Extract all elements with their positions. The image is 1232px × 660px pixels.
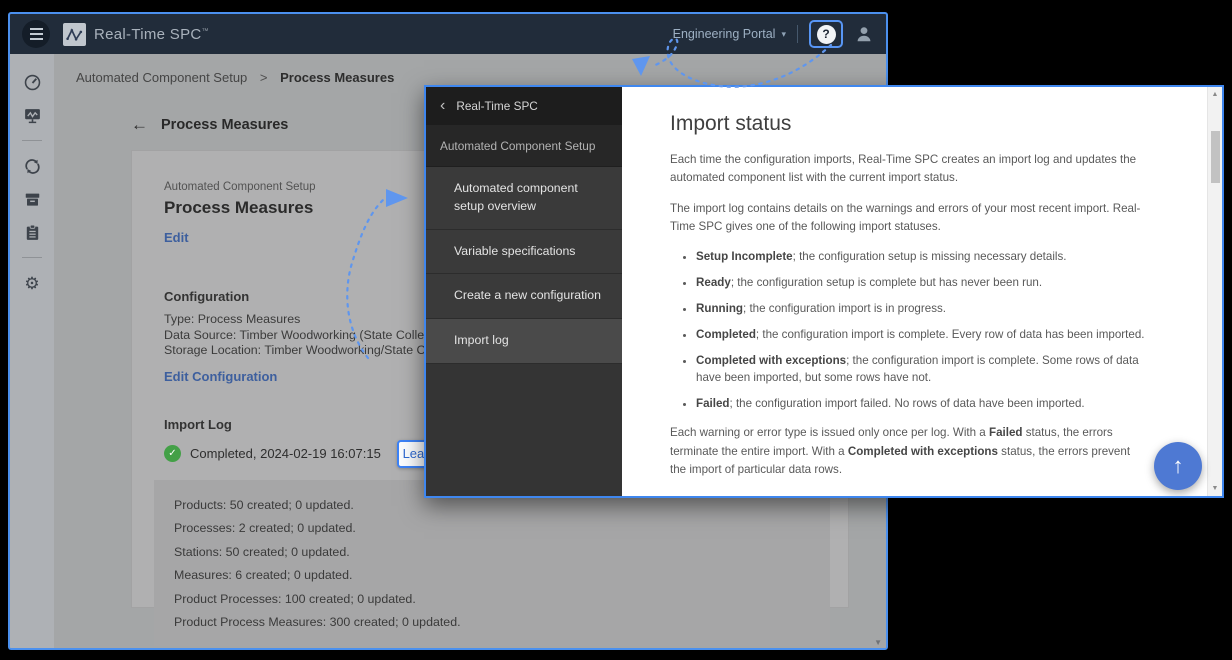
archive-icon[interactable] xyxy=(22,189,42,209)
help-nav: ‹ Real-Time SPC Automated Component Setu… xyxy=(426,87,622,496)
breadcrumb-separator: > xyxy=(260,70,268,85)
help-nav-section: Automated Component Setup xyxy=(426,125,622,167)
import-result-line: Stations: 50 created; 0 updated. xyxy=(174,541,810,565)
help-panel: ‹ Real-Time SPC Automated Component Setu… xyxy=(424,85,1224,498)
help-nav-back[interactable]: ‹ Real-Time SPC xyxy=(426,87,622,125)
monitor-chart-icon[interactable] xyxy=(22,105,42,125)
sidebar-divider xyxy=(22,140,42,141)
breadcrumb-item-parent[interactable]: Automated Component Setup xyxy=(76,70,247,85)
scrollbar-down-icon[interactable]: ▼ xyxy=(1208,485,1222,492)
up-arrow-icon: ↑ xyxy=(1173,453,1184,479)
help-nav-item[interactable]: Import log xyxy=(426,319,622,364)
page-title-row: ← Process Measures xyxy=(131,115,288,135)
help-nav-item[interactable]: Variable specifications xyxy=(426,230,622,275)
brand-title: Real-Time SPC™ xyxy=(94,26,209,43)
top-navbar: Real-Time SPC™ Engineering Portal ▾ ? xyxy=(10,14,886,54)
help-title: Import status xyxy=(670,112,1146,136)
scroll-to-top-button[interactable]: ↑ xyxy=(1154,442,1202,490)
help-nav-item[interactable]: Create a new configuration xyxy=(426,274,622,319)
status-bullet: Failed; the configuration import failed.… xyxy=(696,395,1146,412)
help-icon: ? xyxy=(817,25,836,44)
help-paragraph-3: Each warning or error type is issued onl… xyxy=(670,424,1146,479)
clipboard-icon[interactable] xyxy=(22,222,42,242)
import-result-line: Product Process Measures: 300 created; 0… xyxy=(174,611,810,635)
status-bullet: Setup Incomplete; the configuration setu… xyxy=(696,248,1146,265)
portal-dropdown-label: Engineering Portal xyxy=(673,27,776,41)
import-results-box: Products: 50 created; 0 updated.Processe… xyxy=(154,480,830,646)
import-result-line: Processes: 2 created; 0 updated. xyxy=(174,517,810,541)
trademark-symbol: ™ xyxy=(202,28,209,35)
help-content: Import status Each time the configuratio… xyxy=(622,87,1222,496)
help-nav-back-label: Real-Time SPC xyxy=(456,99,538,113)
scrollbar[interactable]: ▲ ▼ xyxy=(1207,87,1222,496)
scroll-down-icon: ▼ xyxy=(874,638,882,647)
import-status-text: Completed, 2024-02-19 16:07:15 xyxy=(190,446,381,461)
chevron-left-icon: ‹ xyxy=(440,98,445,114)
caret-down-icon: ▾ xyxy=(781,29,786,40)
navbar-divider xyxy=(797,25,798,43)
scrollbar-up-icon[interactable]: ▲ xyxy=(1208,91,1222,98)
status-bullet: Completed with exceptions; the configura… xyxy=(696,352,1146,387)
sidebar-divider xyxy=(22,257,42,258)
status-bullet: Completed; the configuration import is c… xyxy=(696,326,1146,343)
help-paragraph-1: Each time the configuration imports, Rea… xyxy=(670,151,1146,188)
navbar-right: Engineering Portal ▾ ? xyxy=(673,20,874,48)
status-bullet: Ready; the configuration setup is comple… xyxy=(696,274,1146,291)
screenshot-stage: Real-Time SPC™ Engineering Portal ▾ ? xyxy=(0,0,1232,660)
help-nav-filler xyxy=(426,364,622,496)
import-result-line: Product Processes: 100 created; 0 update… xyxy=(174,588,810,612)
hamburger-menu-button[interactable] xyxy=(22,20,50,48)
import-result-line: Measures: 6 created; 0 updated. xyxy=(174,564,810,588)
edit-configuration-link[interactable]: Edit Configuration xyxy=(164,369,277,384)
breadcrumb: Automated Component Setup > Process Meas… xyxy=(76,70,394,85)
portal-dropdown[interactable]: Engineering Portal ▾ xyxy=(673,27,786,41)
left-sidebar: ⚙ xyxy=(10,54,54,648)
success-check-icon: ✓ xyxy=(164,445,181,462)
brand-logo-icon xyxy=(63,23,86,46)
status-bullet-list: Setup Incomplete; the configuration setu… xyxy=(670,248,1146,412)
page-title: Process Measures xyxy=(161,117,288,133)
settings-gear-icon[interactable]: ⚙ xyxy=(22,273,42,293)
breadcrumb-item-current: Process Measures xyxy=(280,70,394,85)
dashboard-gauge-icon[interactable] xyxy=(22,72,42,92)
help-paragraph-2: The import log contains details on the w… xyxy=(670,200,1146,237)
help-nav-item[interactable]: Automated component setup overview xyxy=(426,167,622,230)
scrollbar-thumb[interactable] xyxy=(1211,131,1220,183)
sync-icon[interactable] xyxy=(22,156,42,176)
edit-link[interactable]: Edit xyxy=(164,230,189,245)
back-button[interactable]: ← xyxy=(131,115,148,135)
help-button[interactable]: ? xyxy=(809,20,843,48)
user-icon[interactable] xyxy=(854,24,874,44)
status-bullet: Running; the configuration import is in … xyxy=(696,300,1146,317)
